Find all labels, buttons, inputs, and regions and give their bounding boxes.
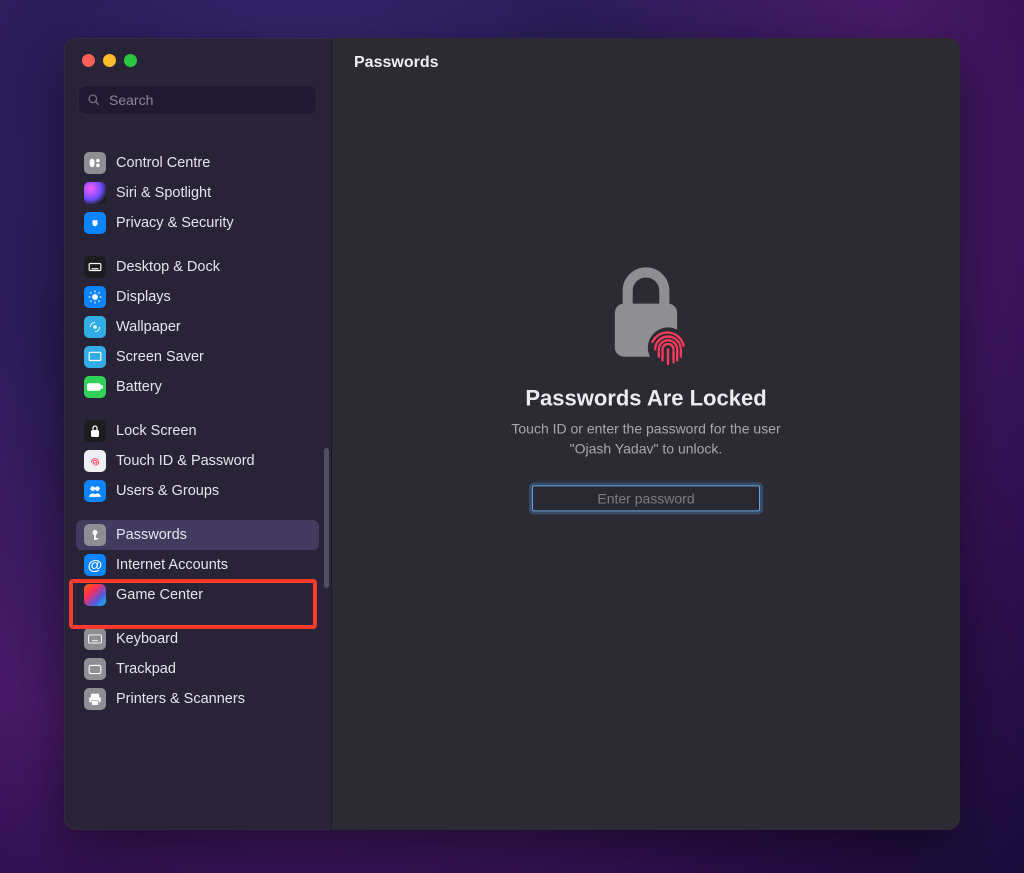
sidebar-item-keyboard[interactable]: Keyboard bbox=[76, 624, 319, 654]
sidebar-item-label: Passwords bbox=[116, 527, 187, 543]
page-title: Passwords bbox=[332, 38, 960, 88]
sidebar-item-lock-screen[interactable]: Lock Screen bbox=[76, 416, 319, 446]
sidebar-item-label: Control Centre bbox=[116, 155, 210, 171]
game-center-icon bbox=[84, 584, 106, 606]
trackpad-icon bbox=[84, 658, 106, 680]
search-wrap bbox=[78, 85, 317, 115]
sidebar-item-label: Desktop & Dock bbox=[116, 259, 220, 275]
close-window-button[interactable] bbox=[82, 54, 95, 67]
sidebar-item-label: Printers & Scanners bbox=[116, 691, 245, 707]
sidebar-item-label: Screen Saver bbox=[116, 349, 204, 365]
sidebar: Control Centre Siri & Spotlight Privacy … bbox=[64, 38, 332, 830]
printers-icon bbox=[84, 688, 106, 710]
battery-icon bbox=[84, 376, 106, 398]
search-input[interactable] bbox=[78, 85, 317, 115]
maximize-window-button[interactable] bbox=[124, 54, 137, 67]
sidebar-item-label: Keyboard bbox=[116, 631, 178, 647]
sidebar-item-label: Users & Groups bbox=[116, 483, 219, 499]
sidebar-item-touch-id[interactable]: Touch ID & Password bbox=[76, 446, 319, 476]
sidebar-item-trackpad[interactable]: Trackpad bbox=[76, 654, 319, 684]
sidebar-scrollbar[interactable] bbox=[324, 448, 329, 588]
sidebar-item-label: Touch ID & Password bbox=[116, 453, 255, 469]
displays-icon bbox=[84, 286, 106, 308]
sidebar-item-siri-spotlight[interactable]: Siri & Spotlight bbox=[76, 178, 319, 208]
window-controls bbox=[64, 38, 331, 67]
sidebar-item-passwords[interactable]: Passwords bbox=[76, 520, 319, 550]
sidebar-item-control-centre[interactable]: Control Centre bbox=[76, 148, 319, 178]
locked-panel: Passwords Are Locked Touch ID or enter t… bbox=[332, 262, 960, 511]
desktop-dock-icon bbox=[84, 256, 106, 278]
password-input[interactable] bbox=[532, 485, 760, 511]
sidebar-item-game-center[interactable]: Game Center bbox=[76, 580, 319, 610]
sidebar-item-label: Siri & Spotlight bbox=[116, 185, 211, 201]
sidebar-item-label: Game Center bbox=[116, 587, 203, 603]
system-settings-window: Control Centre Siri & Spotlight Privacy … bbox=[64, 38, 960, 830]
sidebar-item-label: Trackpad bbox=[116, 661, 176, 677]
locked-subtitle: Touch ID or enter the password for the u… bbox=[511, 420, 780, 459]
lock-screen-icon bbox=[84, 420, 106, 442]
sidebar-item-printers-scanners[interactable]: Printers & Scanners bbox=[76, 684, 319, 714]
wallpaper-icon bbox=[84, 316, 106, 338]
touch-id-icon bbox=[84, 450, 106, 472]
sidebar-item-battery[interactable]: Battery bbox=[76, 372, 319, 402]
sidebar-item-label: Wallpaper bbox=[116, 319, 181, 335]
sidebar-item-privacy-security[interactable]: Privacy & Security bbox=[76, 208, 319, 238]
main-content: Passwords Passwords Are Locked Touch ID … bbox=[332, 38, 960, 830]
locked-title: Passwords Are Locked bbox=[525, 386, 766, 412]
sidebar-item-wallpaper[interactable]: Wallpaper bbox=[76, 312, 319, 342]
privacy-icon bbox=[84, 212, 106, 234]
sidebar-item-screen-saver[interactable]: Screen Saver bbox=[76, 342, 319, 372]
sidebar-item-users-groups[interactable]: Users & Groups bbox=[76, 476, 319, 506]
sidebar-item-label: Lock Screen bbox=[116, 423, 197, 439]
sidebar-item-desktop-dock[interactable]: Desktop & Dock bbox=[76, 252, 319, 282]
screen-saver-icon bbox=[84, 346, 106, 368]
users-icon bbox=[84, 480, 106, 502]
sidebar-item-displays[interactable]: Displays bbox=[76, 282, 319, 312]
sidebar-item-label: Internet Accounts bbox=[116, 557, 228, 573]
siri-icon bbox=[84, 182, 106, 204]
keyboard-icon bbox=[84, 628, 106, 650]
sidebar-item-label: Battery bbox=[116, 379, 162, 395]
sidebar-item-internet-accounts[interactable]: @ Internet Accounts bbox=[76, 550, 319, 580]
sidebar-item-label: Displays bbox=[116, 289, 171, 305]
minimize-window-button[interactable] bbox=[103, 54, 116, 67]
passwords-icon bbox=[84, 524, 106, 546]
sidebar-list[interactable]: Control Centre Siri & Spotlight Privacy … bbox=[64, 148, 331, 830]
internet-accounts-icon: @ bbox=[84, 554, 106, 576]
search-icon bbox=[87, 93, 101, 107]
lock-icon bbox=[600, 262, 692, 372]
control-centre-icon bbox=[84, 152, 106, 174]
sidebar-item-label: Privacy & Security bbox=[116, 215, 234, 231]
